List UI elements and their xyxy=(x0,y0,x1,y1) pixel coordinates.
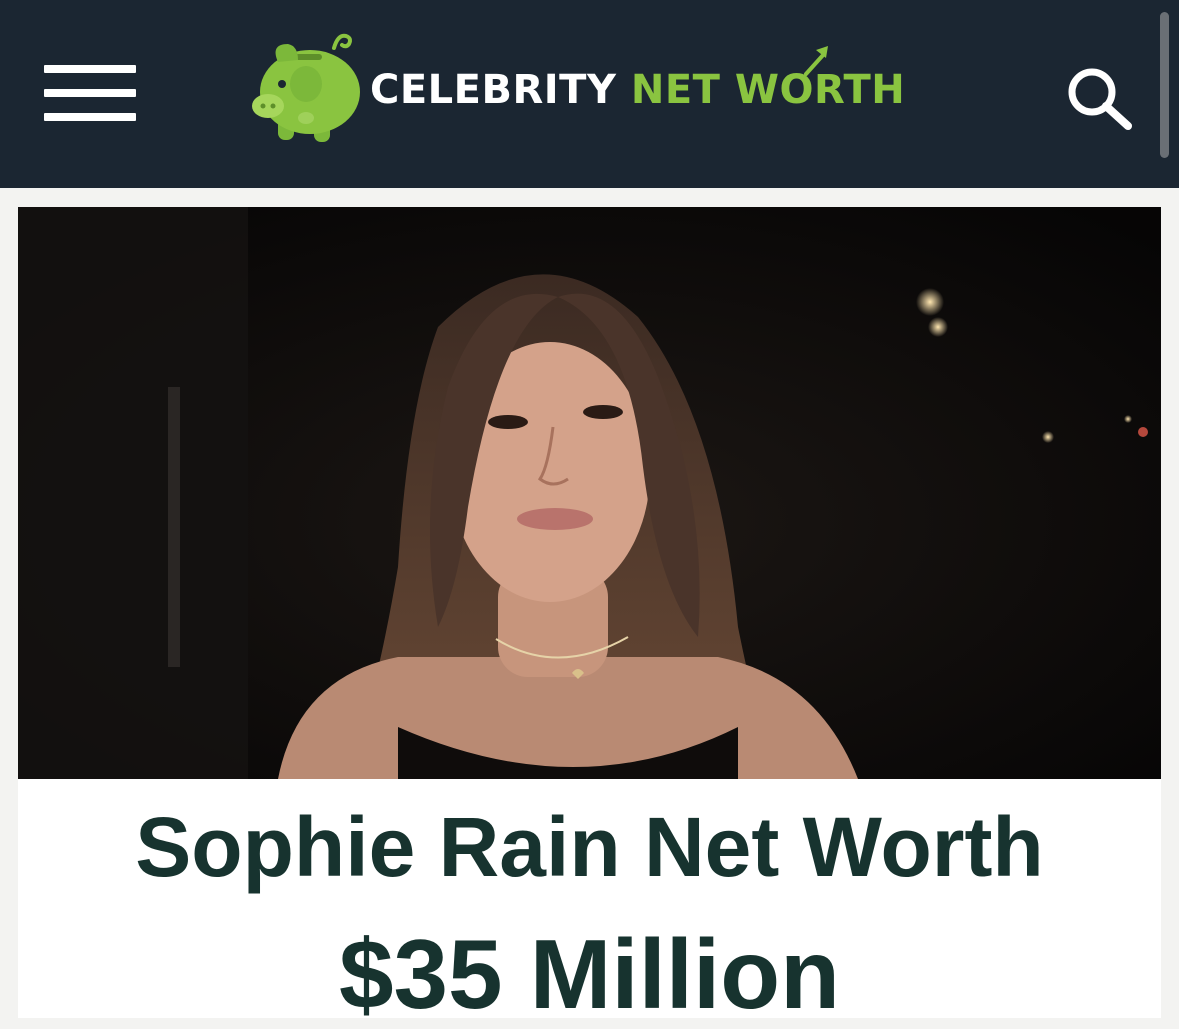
search-icon xyxy=(1068,68,1132,130)
trend-arrow-icon xyxy=(804,46,828,76)
menu-bar-middle xyxy=(44,89,136,97)
logo-word-celebrity: CELEBRITY xyxy=(370,67,617,113)
menu-bar-bottom xyxy=(44,113,136,121)
menu-bar-top xyxy=(44,65,136,73)
site-header: CELEBRITY NET WORTH xyxy=(0,0,1179,188)
scrollbar-thumb[interactable] xyxy=(1160,12,1169,158)
site-logo[interactable]: CELEBRITY NET WORTH xyxy=(248,26,948,150)
article-card: Sophie Rain Net Worth $35 Million xyxy=(18,207,1161,1029)
featured-photo xyxy=(18,207,1161,779)
logo-word-net-worth: NET WORTH xyxy=(630,67,906,113)
piggy-bank-icon xyxy=(252,33,360,142)
search-button[interactable] xyxy=(1066,66,1134,132)
article-title: Sophie Rain Net Worth xyxy=(135,800,1044,894)
portrait-image xyxy=(18,207,1161,779)
net-worth-value: $35 Million xyxy=(338,919,840,1029)
menu-button[interactable] xyxy=(44,62,136,124)
